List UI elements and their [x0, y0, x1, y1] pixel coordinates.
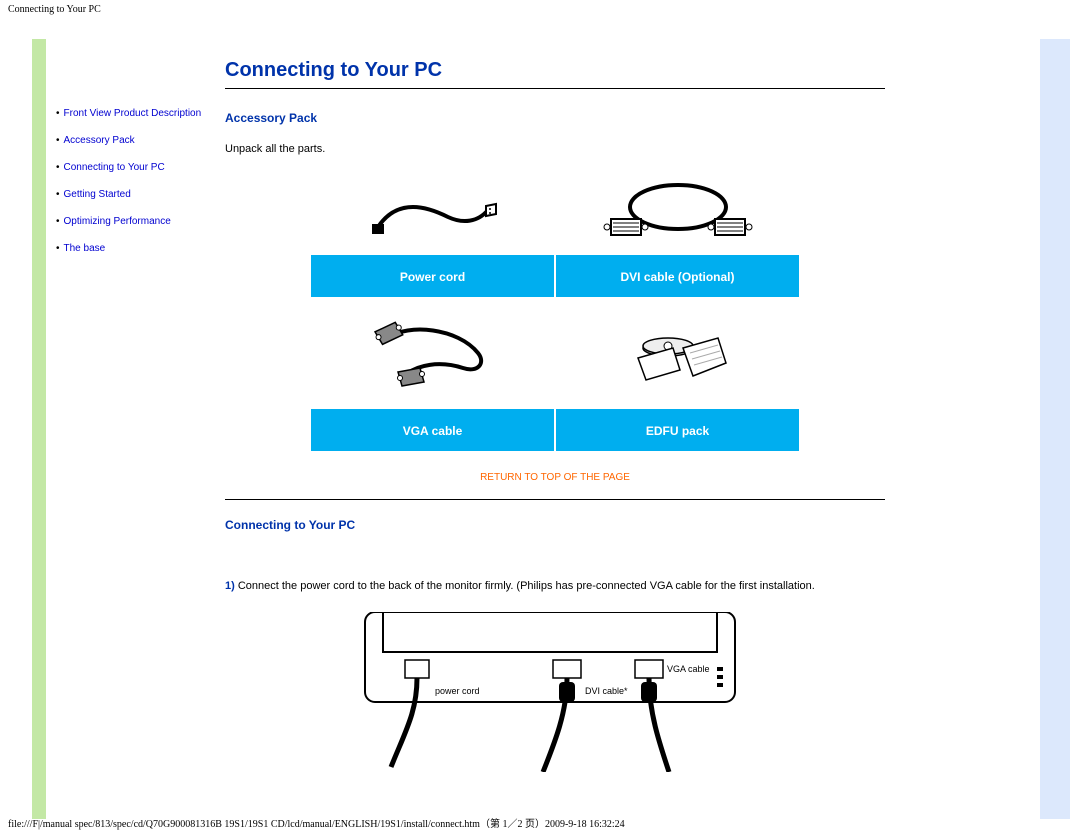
sidebar-item-label: Accessory Pack — [64, 135, 135, 146]
page-title: Connecting to Your PC — [225, 59, 885, 82]
svg-text:power cord: power cord — [435, 686, 480, 696]
sidebar-item-connecting[interactable]: •Connecting to Your PC — [56, 161, 216, 174]
right-accent-bar — [1040, 39, 1070, 819]
divider — [225, 88, 885, 89]
sidebar-item-getting-started[interactable]: •Getting Started — [56, 188, 216, 201]
sidebar-item-label: Optimizing Performance — [64, 216, 171, 227]
power-cord-image — [310, 169, 555, 254]
connecting-heading: Connecting to Your PC — [225, 518, 885, 532]
window-title: Connecting to Your PC — [0, 0, 1080, 19]
footer-path: file:///F|/manual spec/813/spec/cd/Q70G9… — [8, 815, 625, 830]
edfu-pack-image — [555, 298, 800, 408]
dvi-cable-image — [555, 169, 800, 254]
main-content: Connecting to Your PC Accessory Pack Unp… — [225, 59, 885, 772]
sidebar-item-label: Connecting to Your PC — [64, 162, 165, 173]
sidebar-item-front-view[interactable]: •Front View Product Description — [56, 107, 216, 120]
left-accent-bar — [32, 39, 46, 819]
sidebar-item-optimizing[interactable]: •Optimizing Performance — [56, 215, 216, 228]
power-cord-label: Power cord — [310, 254, 555, 298]
svg-text:DVI cable*: DVI cable* — [585, 686, 628, 696]
svg-text:VGA cable: VGA cable — [667, 664, 710, 674]
vga-cable-label: VGA cable — [310, 408, 555, 452]
edfu-pack-label: EDFU pack — [555, 408, 800, 452]
sidebar-item-label: The base — [64, 243, 106, 254]
return-top-link[interactable]: RETURN TO TOP OF THE PAGE — [225, 472, 885, 483]
dvi-cable-label: DVI cable (Optional) — [555, 254, 800, 298]
sidebar-nav: •Front View Product Description •Accesso… — [56, 107, 216, 269]
vga-cable-image — [310, 298, 555, 408]
step-body: Connect the power cord to the back of th… — [235, 580, 815, 592]
sidebar-item-label: Getting Started — [64, 189, 131, 200]
parts-grid: Power cord DVI cable (Optional) — [310, 169, 800, 452]
divider — [225, 499, 885, 500]
sidebar-item-the-base[interactable]: •The base — [56, 242, 216, 255]
step-number: 1) — [225, 580, 235, 592]
step-1-text: 1) Connect the power cord to the back of… — [225, 580, 885, 592]
unpack-text: Unpack all the parts. — [225, 143, 885, 155]
accessory-heading: Accessory Pack — [225, 111, 885, 125]
sidebar-item-label: Front View Product Description — [64, 108, 202, 119]
monitor-illustration: power cord DVI cable* VGA cable — [225, 606, 885, 772]
sidebar-item-accessory-pack[interactable]: •Accessory Pack — [56, 134, 216, 147]
